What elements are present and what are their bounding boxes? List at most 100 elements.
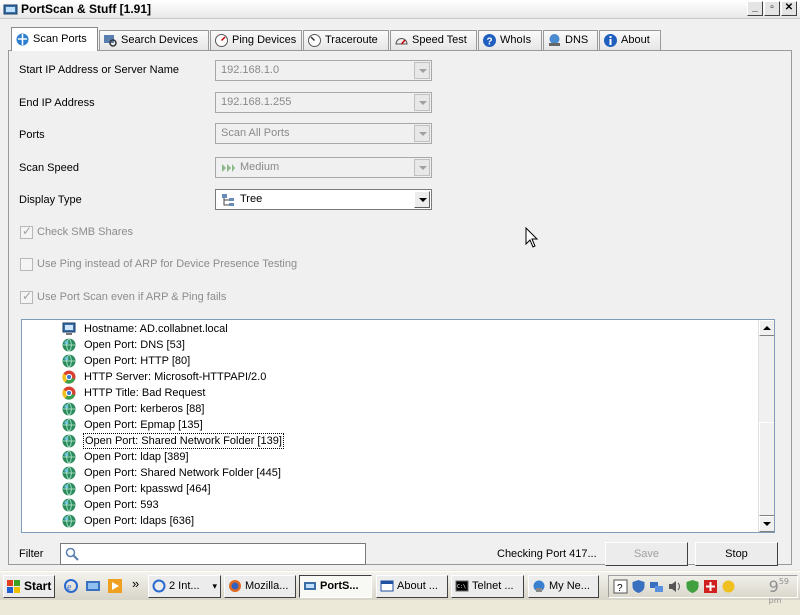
globe-icon <box>62 418 76 432</box>
globe-icon <box>62 466 76 480</box>
taskbar-item-mozilla[interactable]: Mozilla... <box>224 575 296 598</box>
display-type-select[interactable]: Tree <box>215 189 432 210</box>
console-icon: C:\ <box>455 580 469 592</box>
portscan-icon <box>304 582 316 590</box>
window-icon <box>380 580 394 592</box>
taskbar-item-telnet[interactable]: C:\ Telnet ... <box>451 575 524 598</box>
use-port-scan-checkbox[interactable] <box>20 289 33 304</box>
scan-speed-value: Medium <box>240 161 280 173</box>
taskbar-item-internet-explorer[interactable]: 2 Int... ▾ <box>148 575 221 598</box>
display-type-label: Display Type <box>19 194 82 206</box>
firefox-icon <box>229 580 241 592</box>
system-tray: ? 959 pm <box>608 575 798 605</box>
tab-dns[interactable]: DNS <box>543 30 598 50</box>
tab-label: Scan Ports <box>33 33 87 45</box>
clock-minute: 59 <box>778 577 789 586</box>
ports-value: Scan All Ports <box>221 127 290 139</box>
network-places-icon <box>533 580 545 592</box>
tree-row-label: Open Port: ldaps [636] <box>84 515 195 527</box>
results-tree[interactable]: Hostname: AD.collabnet.local Open Port: D… <box>21 319 775 533</box>
tab-whois[interactable]: ? WhoIs <box>478 30 542 50</box>
shield-tray-icon[interactable] <box>631 579 646 594</box>
dns-icon <box>549 34 560 46</box>
chrome-icon <box>62 370 76 384</box>
ports-select[interactable]: Scan All Ports <box>215 123 432 144</box>
check-smb-checkbox[interactable] <box>20 224 33 239</box>
globe-icon <box>62 434 76 448</box>
quicklaunch-more-chevron[interactable]: » <box>132 576 139 591</box>
ie-quicklaunch-icon[interactable]: e <box>63 578 79 594</box>
tab-traceroute[interactable]: Traceroute <box>303 30 389 50</box>
taskbar-item-label: 2 Int... <box>169 580 200 592</box>
tab-label: Traceroute <box>325 34 378 46</box>
globe-icon <box>62 338 76 352</box>
scan-speed-select[interactable]: Medium <box>215 157 432 178</box>
taskbar-item-portscan[interactable]: PortS... <box>299 575 372 598</box>
scroll-up-button[interactable] <box>759 320 774 336</box>
status-text: Checking Port 417... <box>497 548 597 560</box>
tree-row-label: Open Port: DNS [53] <box>84 339 185 351</box>
tab-label: Search Devices <box>121 34 199 46</box>
clock[interactable]: 959 pm <box>769 577 789 615</box>
globe-icon <box>62 450 76 464</box>
taskbar-item-label: About ... <box>397 580 438 592</box>
help-tray-icon[interactable]: ? <box>613 579 628 594</box>
tab-label: WhoIs <box>500 34 532 46</box>
windows-logo-icon <box>7 580 20 593</box>
tab-search-devices[interactable]: Search Devices <box>99 30 209 50</box>
tab-speed-test[interactable]: Speed Test <box>390 30 477 50</box>
start-button[interactable]: Start <box>3 575 55 598</box>
scroll-down-button[interactable] <box>759 516 774 532</box>
computer-icon <box>62 322 76 335</box>
end-ip-field[interactable]: 192.168.1.255 <box>215 92 432 113</box>
speed-arrows-icon <box>222 164 235 172</box>
search-icon <box>104 35 117 47</box>
clock-hour: 9 <box>768 577 779 596</box>
window-title: PortScan & Stuff [1.91] <box>21 2 152 16</box>
taskbar-item-about[interactable]: About ... <box>376 575 448 598</box>
globe-icon <box>62 402 76 416</box>
taskbar-item-label: PortS... <box>320 580 359 592</box>
svg-text:?: ? <box>487 37 493 48</box>
volume-tray-icon[interactable] <box>667 579 682 594</box>
tab-ping-devices[interactable]: Ping Devices <box>210 30 302 50</box>
shield-check-tray-icon[interactable] <box>685 579 700 594</box>
filter-label: Filter <box>19 548 44 560</box>
scroll-thumb[interactable] <box>759 422 774 516</box>
update-tray-icon[interactable] <box>721 579 736 594</box>
network-tray-icon[interactable] <box>649 579 664 594</box>
vertical-scrollbar[interactable] <box>758 320 774 532</box>
chevron-down-icon[interactable] <box>414 94 430 111</box>
globe-icon <box>62 498 76 512</box>
minimize-button[interactable]: _ <box>747 1 763 16</box>
taskbar-item-my-network[interactable]: My Ne... <box>528 575 599 598</box>
media-player-quicklaunch-icon[interactable] <box>107 578 123 594</box>
desktop-quicklaunch-icon[interactable] <box>85 578 101 594</box>
tree-row-label: HTTP Title: Bad Request <box>84 387 206 399</box>
maximize-button[interactable]: ▫ <box>764 1 780 16</box>
start-ip-field[interactable]: 192.168.1.0 <box>215 60 432 81</box>
title-bar[interactable]: PortScan & Stuff [1.91] _ ▫ ✕ <box>0 0 800 19</box>
globe-icon <box>62 482 76 496</box>
stop-button[interactable]: Stop <box>695 542 778 566</box>
end-ip-value: 192.168.1.255 <box>221 96 292 108</box>
tree-row-label: Open Port: kerberos [88] <box>84 403 205 415</box>
close-button[interactable]: ✕ <box>781 1 797 16</box>
use-ping-checkbox[interactable] <box>20 258 33 271</box>
tab-about[interactable]: About <box>599 30 661 50</box>
filter-input[interactable] <box>60 543 366 565</box>
tree-row-label: Open Port: Shared Network Folder [445] <box>84 467 281 479</box>
chevron-down-icon[interactable] <box>414 62 430 79</box>
chevron-down-icon[interactable] <box>414 191 430 208</box>
chevron-down-icon[interactable] <box>414 159 430 176</box>
tab-scan-ports[interactable]: Scan Ports <box>11 27 98 51</box>
svg-text:?: ? <box>617 583 623 594</box>
save-button[interactable]: Save <box>605 542 688 566</box>
app-window: PortScan & Stuff [1.91] _ ▫ ✕ Scan Ports… <box>0 0 800 570</box>
check-smb-label: Check SMB Shares <box>37 226 133 238</box>
globe-icon <box>62 354 76 368</box>
antivirus-tray-icon[interactable] <box>703 579 718 594</box>
taskbar-item-label: Mozilla... <box>245 580 289 592</box>
chevron-down-icon[interactable] <box>414 125 430 142</box>
taskbar-item-label: My Ne... <box>549 580 590 592</box>
